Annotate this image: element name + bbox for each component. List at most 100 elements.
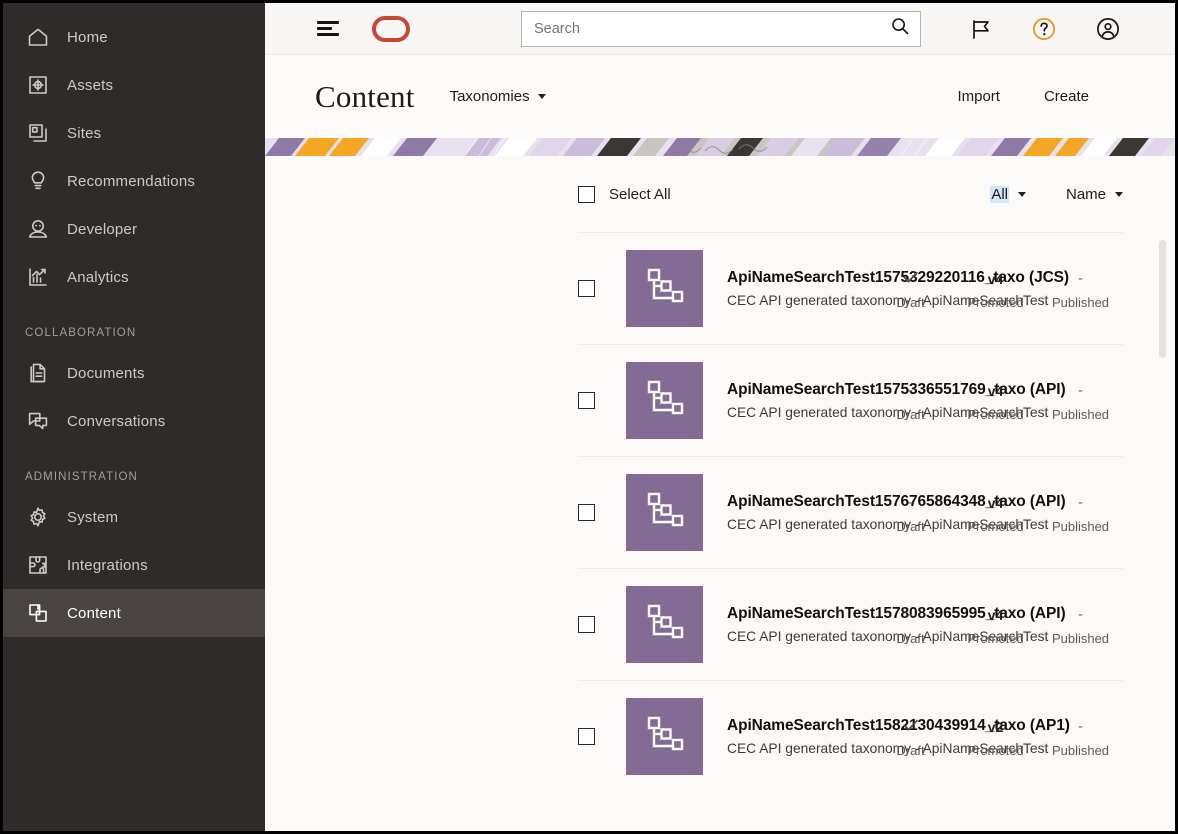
gear-icon — [25, 504, 51, 530]
sidebar-item-label: Documents — [67, 365, 145, 382]
sidebar-item-developer[interactable]: Developer — [3, 205, 265, 253]
oracle-logo[interactable] — [372, 16, 410, 42]
taxonomy-tree-icon — [642, 263, 688, 314]
row-title[interactable]: ApiNameSearchTest1582130439914_taxo (AP1… — [727, 717, 868, 735]
sort-dropdown-label: Name — [1066, 186, 1106, 203]
table-row[interactable]: ApiNameSearchTest1576765864348_taxo (API… — [578, 456, 1123, 568]
sidebar-item-label: Content — [67, 605, 121, 622]
status-draft-label: Draft — [896, 743, 924, 758]
status-draft-value: - — [908, 492, 913, 514]
list-toolbar-right: All Name — [990, 186, 1123, 203]
sort-dropdown[interactable]: Name — [1066, 186, 1123, 203]
filter-dropdown-label: All — [990, 186, 1009, 203]
status-published-label: Published — [1052, 295, 1109, 310]
sidebar-section-title: COLLABORATION — [3, 301, 265, 349]
status-published: -Published — [1038, 604, 1123, 646]
select-all-checkbox[interactable] — [578, 186, 595, 203]
taxonomy-thumbnail[interactable] — [626, 586, 703, 663]
sidebar-item-analytics[interactable]: Analytics — [3, 253, 265, 301]
status-published-value: - — [1078, 604, 1083, 626]
status-published-value: - — [1078, 716, 1083, 738]
sidebar-item-home[interactable]: Home — [3, 13, 265, 61]
status-published: - Published — [1038, 380, 1123, 422]
sidebar-item-label: Recommendations — [67, 173, 195, 190]
status-draft: -Draft — [868, 604, 953, 646]
sidebar-item-label: Developer — [67, 221, 137, 238]
table-row[interactable]: ApiNameSearchTest1582130439914_taxo (AP1… — [578, 680, 1123, 792]
taxonomy-thumbnail[interactable] — [626, 250, 703, 327]
status-published-label: Published — [1052, 407, 1109, 422]
row-status-group: Draftv2Promoted-Published — [868, 716, 1123, 758]
status-published-label: Published — [1052, 519, 1109, 534]
check-icon — [901, 716, 920, 738]
table-row[interactable]: ApiNameSearchTest1575336551769_taxo (API… — [578, 344, 1123, 456]
home-icon — [25, 24, 51, 50]
sidebar-item-sites[interactable]: Sites — [3, 109, 265, 157]
status-draft-label: Draft — [896, 631, 924, 646]
status-draft-value — [901, 268, 920, 290]
sidebar-item-recommendations[interactable]: Recommendations — [3, 157, 265, 205]
status-promoted-label: Promoted — [967, 631, 1023, 646]
documents-icon — [25, 360, 51, 386]
hamburger-icon[interactable] — [317, 18, 339, 40]
bulb-icon — [25, 168, 51, 194]
vertical-scrollbar[interactable] — [1159, 240, 1166, 358]
sidebar-item-conversations[interactable]: Conversations — [3, 397, 265, 445]
filter-dropdown[interactable]: All — [990, 186, 1026, 203]
top-bar-icons — [969, 16, 1157, 42]
row-subtitle: CEC API generated taxonomy - ApiNameSear… — [727, 405, 868, 420]
row-status-group: Draftv4Promoted-Published — [868, 268, 1123, 310]
status-draft-label: Draft — [896, 295, 924, 310]
search-box[interactable] — [521, 11, 921, 47]
help-icon[interactable] — [1031, 16, 1057, 42]
sidebar-item-label: Integrations — [67, 557, 148, 574]
taxonomy-tree-icon — [642, 711, 688, 762]
status-promoted-label: Promoted — [967, 407, 1023, 422]
row-title[interactable]: ApiNameSearchTest1575329220116_taxo (JCS… — [727, 269, 868, 287]
sidebar-item-integrations[interactable]: Integrations — [3, 541, 265, 589]
search-input[interactable] — [534, 21, 890, 37]
status-draft: Draft — [868, 716, 953, 758]
table-row[interactable]: ApiNameSearchTest1575329220116_taxo (JCS… — [578, 232, 1123, 344]
sidebar-item-content[interactable]: Content — [3, 589, 265, 637]
status-promoted: v2Promoted — [953, 716, 1038, 758]
check-icon — [901, 268, 920, 290]
row-title[interactable]: ApiNameSearchTest1575336551769_taxo (API… — [727, 381, 868, 399]
row-checkbox[interactable] — [578, 392, 595, 409]
flag-icon[interactable] — [969, 17, 993, 41]
row-checkbox[interactable] — [578, 728, 595, 745]
row-subtitle: CEC API generated taxonomy - ApiNameSear… — [727, 517, 868, 532]
developer-icon — [25, 216, 51, 242]
application-window: Home Assets Sites Recommendations Developer A… — [3, 3, 1175, 831]
row-title[interactable]: ApiNameSearchTest1578083965995_taxo (API… — [727, 605, 868, 623]
row-title[interactable]: ApiNameSearchTest1576765864348_taxo (API… — [727, 493, 868, 511]
sidebar-item-assets[interactable]: Assets — [3, 61, 265, 109]
sidebar-item-label: Sites — [67, 125, 101, 142]
status-promoted: v4 Promoted — [953, 604, 1038, 646]
status-draft-value — [901, 716, 920, 738]
taxonomies-dropdown-label: Taxonomies — [450, 88, 530, 105]
sidebar-item-system[interactable]: System — [3, 493, 265, 541]
table-row[interactable]: ApiNameSearchTest1578083965995_taxo (API… — [578, 568, 1123, 680]
sidebar-item-documents[interactable]: Documents — [3, 349, 265, 397]
status-published-value: - — [1078, 380, 1083, 402]
row-status-group: -Draftv4Promoted-Published — [868, 380, 1123, 422]
taxonomy-thumbnail[interactable] — [626, 362, 703, 439]
taxonomy-thumbnail[interactable] — [626, 474, 703, 551]
row-text: ApiNameSearchTest1582130439914_taxo (AP1… — [727, 717, 868, 756]
create-button[interactable]: Create — [1044, 88, 1089, 105]
sidebar-item-label: Home — [67, 29, 108, 46]
taxonomy-thumbnail[interactable] — [626, 698, 703, 775]
search-icon[interactable] — [890, 16, 910, 41]
user-avatar-icon[interactable] — [1095, 16, 1121, 42]
status-promoted-value: v4 — [988, 604, 1004, 626]
status-promoted-value: v4 — [988, 380, 1004, 402]
row-checkbox[interactable] — [578, 504, 595, 521]
row-checkbox[interactable] — [578, 616, 595, 633]
row-status-group: -Draftv4Promoted-Published — [868, 604, 1123, 646]
row-checkbox[interactable] — [578, 280, 595, 297]
status-draft-value: - — [908, 380, 913, 402]
import-button[interactable]: Import — [957, 88, 1000, 105]
status-published: -Published — [1038, 492, 1123, 534]
taxonomies-dropdown[interactable]: Taxonomies — [450, 88, 546, 105]
